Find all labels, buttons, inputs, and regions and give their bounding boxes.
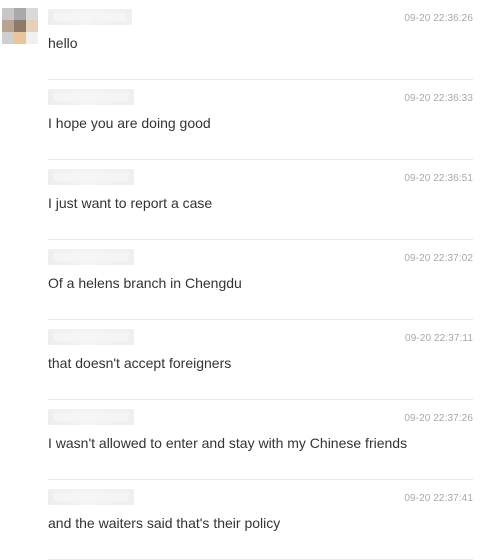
avatar-pixel (2, 20, 14, 32)
message-text: I wasn't allowed to enter and stay with … (48, 435, 408, 451)
sender-name-redacted (48, 409, 134, 425)
message-timestamp: 09-20 22:36:26 (404, 13, 473, 24)
message-item: 09-20 22:37:02 Of a helens branch in Che… (48, 240, 473, 320)
message-text: Of a helens branch in Chengdu (48, 275, 242, 291)
message-timestamp: 09-20 22:36:51 (404, 173, 473, 184)
message-timestamp: 09-20 22:36:33 (404, 93, 473, 104)
message-thread: 09-20 22:36:26 hello 09-20 22:36:33 I ho… (48, 0, 473, 560)
message-text: that doesn't accept foreigners (48, 355, 232, 371)
message-text: I just want to report a case (48, 195, 213, 211)
message-timestamp: 09-20 22:37:26 (404, 413, 473, 424)
message-timestamp: 09-20 22:37:02 (404, 253, 473, 264)
message-item: 09-20 22:37:26 I wasn't allowed to enter… (48, 400, 473, 480)
avatar-pixel (26, 8, 38, 20)
avatar-pixel (14, 20, 26, 32)
avatar[interactable] (2, 8, 38, 44)
message-item: 09-20 22:36:51 I just want to report a c… (48, 160, 473, 240)
sender-name-redacted (48, 169, 134, 185)
message-timestamp: 09-20 22:37:11 (405, 333, 473, 344)
sender-name-redacted (48, 249, 134, 265)
avatar-pixel (14, 8, 26, 20)
message-item: 09-20 22:37:11 that doesn't accept forei… (48, 320, 473, 400)
sender-name-redacted (48, 489, 134, 505)
avatar-pixel (2, 8, 14, 20)
message-text: hello (48, 35, 78, 51)
sender-name-redacted (48, 329, 134, 345)
avatar-pixel (26, 32, 38, 44)
message-item: 09-20 22:36:33 I hope you are doing good (48, 80, 473, 160)
message-item: 09-20 22:36:26 hello (48, 0, 473, 80)
avatar-pixel (14, 32, 26, 44)
message-text: and the waiters said that's their policy (48, 515, 281, 531)
avatar-pixel (2, 32, 14, 44)
avatar-pixel (26, 20, 38, 32)
message-timestamp: 09-20 22:37:41 (404, 493, 473, 504)
message-text: I hope you are doing good (48, 115, 211, 131)
sender-name-redacted (48, 9, 132, 25)
message-item: 09-20 22:37:41 and the waiters said that… (48, 480, 473, 560)
sender-name-redacted (48, 89, 134, 105)
